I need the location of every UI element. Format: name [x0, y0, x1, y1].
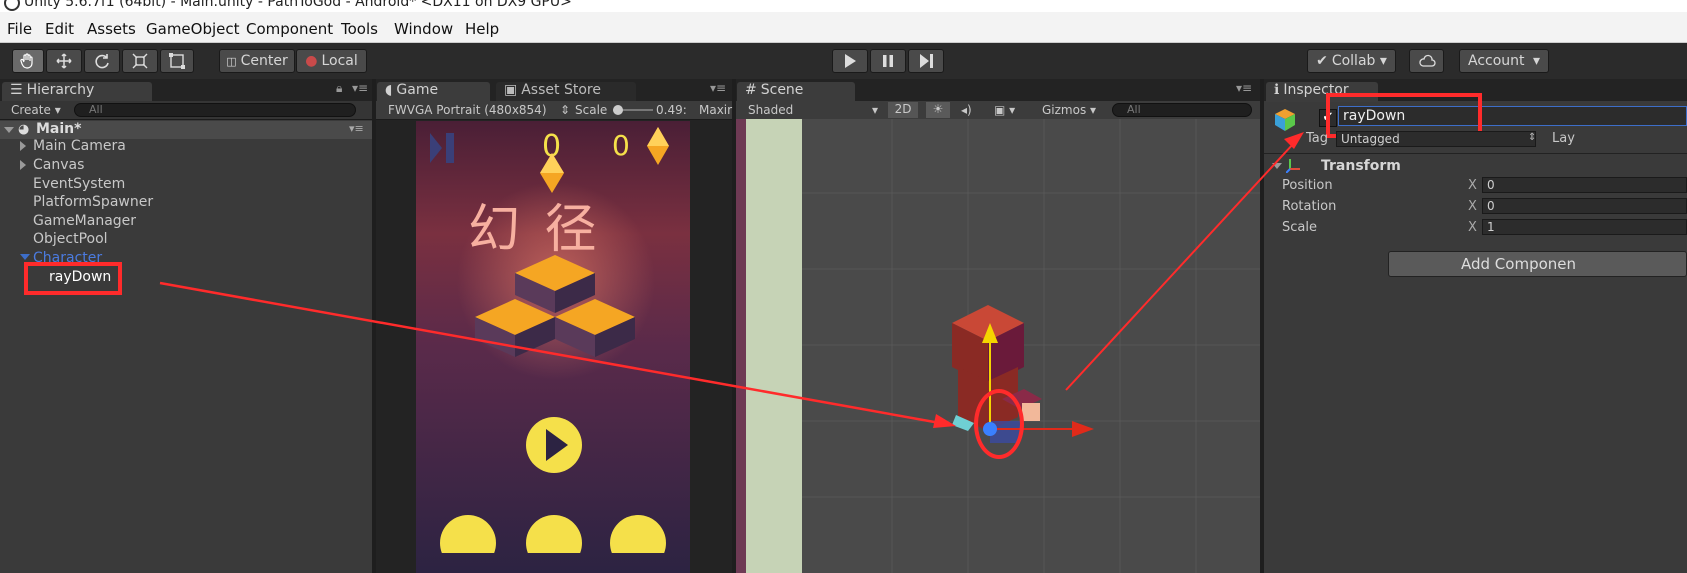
annotation-arrows: [159, 132, 1304, 428]
